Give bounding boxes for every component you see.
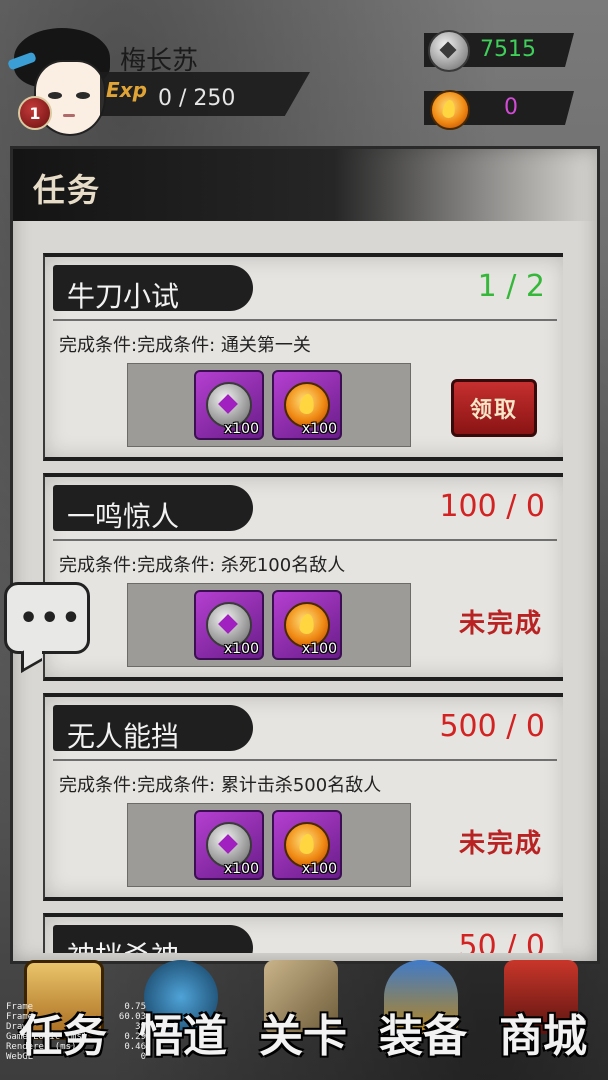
quest-progress: 100 / 0 — [439, 489, 545, 524]
quest-card: 神挡杀神 50 / 0 — [43, 913, 563, 953]
player-header: 1 梅长苏 Exp 0 / 250 7515 0 — [0, 0, 608, 140]
reward-count: x100 — [223, 641, 259, 657]
reward-item[interactable]: x100 — [194, 590, 264, 660]
quest-name: 无人能挡 — [67, 720, 180, 753]
flame-amount: 0 — [504, 95, 518, 120]
quest-name: 牛刀小试 — [67, 280, 180, 313]
quest-card: 无人能挡 500 / 0 完成条件:完成条件: 累计击杀500名敌人 x100 … — [43, 693, 563, 901]
quest-list[interactable]: 牛刀小试 1 / 2 完成条件:完成条件: 通关第一关 x100 x100 领取… — [43, 253, 563, 953]
reward-box: x100 x100 — [127, 803, 411, 887]
debug-stats: Frame 0.75 Frame 60.03 Draw 39 Game Logic (… — [6, 1002, 146, 1062]
quest-progress: 1 / 2 — [477, 269, 545, 304]
reward-count: x100 — [223, 861, 259, 877]
reward-item[interactable]: x100 — [272, 590, 342, 660]
quest-name: 一鸣惊人 — [67, 500, 180, 533]
quest-progress: 500 / 0 — [439, 709, 545, 744]
incomplete-status: 未完成 — [458, 609, 543, 639]
panel-title: 任务 — [33, 171, 102, 209]
divider — [53, 319, 557, 321]
reward-item[interactable]: x100 — [194, 370, 264, 440]
silver-coin-icon — [428, 30, 470, 72]
reward-item[interactable]: x100 — [272, 810, 342, 880]
divider — [53, 759, 557, 761]
nav-label: 商城 — [499, 1011, 587, 1062]
quest-condition: 完成条件:完成条件: 累计击杀500名敌人 — [59, 775, 382, 796]
reward-item[interactable]: x100 — [194, 810, 264, 880]
reward-count: x100 — [301, 641, 337, 657]
exp-label: Exp — [106, 78, 147, 102]
flame-orb-icon — [430, 90, 470, 130]
quest-card: 一鸣惊人 100 / 0 完成条件:完成条件: 杀死100名敌人 x100 x1… — [43, 473, 563, 681]
exp-value: 0 / 250 — [158, 86, 236, 111]
reward-count: x100 — [301, 861, 337, 877]
quest-panel: 任务 牛刀小试 1 / 2 完成条件:完成条件: 通关第一关 x100 x100… — [10, 146, 600, 964]
quest-condition: 完成条件:完成条件: 通关第一关 — [59, 335, 311, 356]
chat-button[interactable]: ••• — [4, 582, 90, 654]
quest-card: 牛刀小试 1 / 2 完成条件:完成条件: 通关第一关 x100 x100 领取 — [43, 253, 563, 461]
nav-item-equipment[interactable]: 装备 — [364, 950, 482, 1080]
reward-count: x100 — [223, 421, 259, 437]
reward-box: x100 x100 — [127, 363, 411, 447]
incomplete-status: 未完成 — [458, 829, 543, 859]
nav-item-stages[interactable]: 关卡 — [244, 950, 362, 1080]
nav-label: 装备 — [379, 1011, 467, 1062]
level-badge: 1 — [18, 96, 52, 130]
silver-amount: 7515 — [480, 37, 536, 62]
player-name: 梅长苏 — [120, 46, 199, 76]
nav-item-shop[interactable]: 商城 — [484, 950, 602, 1080]
reward-count: x100 — [301, 421, 337, 437]
claim-button[interactable]: 领取 — [451, 379, 537, 437]
divider — [53, 539, 557, 541]
reward-box: x100 x100 — [127, 583, 411, 667]
nav-label: 关卡 — [259, 1011, 347, 1062]
reward-item[interactable]: x100 — [272, 370, 342, 440]
chat-dots-icon: ••• — [19, 601, 83, 636]
quest-condition: 完成条件:完成条件: 杀死100名敌人 — [59, 555, 346, 576]
